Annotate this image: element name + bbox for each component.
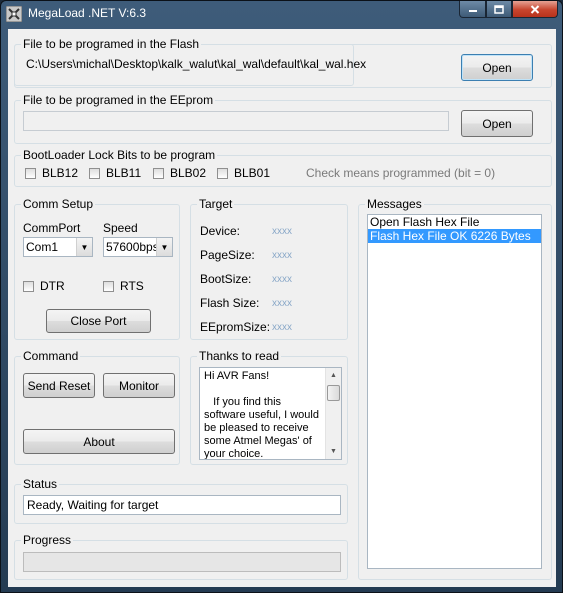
lockbits-legend: BootLoader Lock Bits to be program (21, 148, 218, 162)
eeprom-path-field[interactable] (23, 111, 449, 131)
close-icon (530, 4, 540, 14)
open-flash-button[interactable]: Open (461, 54, 533, 81)
progress-bar (23, 552, 341, 572)
scroll-thumb[interactable] (327, 385, 340, 401)
close-port-button[interactable]: Close Port (46, 309, 151, 333)
checkbox-blb01[interactable]: BLB01 (217, 166, 270, 180)
thanks-text: Hi AVR Fans! If you find this software u… (204, 370, 319, 460)
minimize-icon (468, 10, 477, 12)
command-group: Command Send Reset Monitor About (14, 349, 180, 465)
lockbits-group: BootLoader Lock Bits to be program BLB12… (14, 148, 552, 187)
messages-group: Messages Open Flash Hex File Flash Hex F… (358, 197, 552, 580)
checkbox-label: BLB01 (234, 166, 271, 180)
monitor-button[interactable]: Monitor (103, 373, 175, 398)
maximize-button[interactable] (486, 1, 512, 18)
checkbox-blb12[interactable]: BLB12 (25, 166, 78, 180)
scroll-down-icon[interactable]: ▼ (326, 444, 341, 459)
pagesize-label: PageSize: (200, 248, 255, 262)
checkbox-dtr[interactable]: DTR (23, 279, 65, 293)
list-item-selected[interactable]: Flash Hex File OK 6226 Bytes (368, 229, 541, 243)
checkbox-rts[interactable]: RTS (103, 279, 144, 293)
checkbox-label: RTS (120, 279, 144, 293)
speed-value: 57600bps (106, 240, 159, 254)
thanks-group: Thanks to read Hi AVR Fans! If you find … (190, 349, 348, 465)
minimize-button[interactable] (459, 1, 486, 18)
checkbox-blb11[interactable]: BLB11 (89, 166, 141, 180)
checkbox-box[interactable] (153, 167, 164, 179)
list-item[interactable]: Open Flash Hex File (368, 215, 541, 229)
maximize-icon (494, 4, 504, 14)
flashsize-value: xxxx (272, 298, 292, 309)
checkbox-box[interactable] (217, 167, 228, 179)
status-legend: Status (21, 477, 60, 491)
app-window: MegaLoad .NET V:6.3 File to be programed… (0, 0, 563, 593)
commport-select[interactable]: Com1 ▼ (23, 237, 93, 257)
eeprom-legend: File to be programed in the EEprom (21, 93, 216, 107)
bootsize-value: xxxx (272, 274, 292, 285)
checkbox-box[interactable] (103, 280, 114, 292)
messages-legend: Messages (365, 197, 424, 211)
lockbits-note: Check means programmed (bit = 0) (306, 166, 496, 180)
thanks-legend: Thanks to read (197, 349, 282, 363)
flash-file-group: File to be programed in the Flash C:\Use… (14, 37, 552, 88)
messages-list[interactable]: Open Flash Hex File Flash Hex File OK 62… (367, 214, 542, 569)
bootsize-label: BootSize: (200, 272, 252, 286)
checkbox-label: BLB11 (106, 166, 142, 180)
target-legend: Target (197, 197, 235, 211)
commport-value: Com1 (26, 240, 59, 254)
scroll-up-icon[interactable]: ▲ (326, 368, 341, 383)
checkbox-box[interactable] (25, 167, 36, 179)
flashsize-label: Flash Size: (200, 296, 260, 310)
speed-label: Speed (103, 221, 138, 235)
pagesize-value: xxxx (272, 250, 292, 261)
flash-path-field[interactable]: C:\Users\michal\Desktop\kalk_walut\kal_w… (23, 55, 449, 75)
title-bar[interactable]: MegaLoad .NET V:6.3 (1, 1, 562, 27)
send-reset-button[interactable]: Send Reset (23, 373, 95, 398)
chevron-down-icon[interactable]: ▼ (156, 238, 172, 256)
checkbox-box[interactable] (89, 167, 100, 179)
checkbox-blb02[interactable]: BLB02 (153, 166, 206, 180)
status-field[interactable]: Ready, Waiting for target (23, 495, 341, 515)
chevron-down-icon[interactable]: ▼ (76, 238, 92, 256)
checkbox-box[interactable] (23, 280, 34, 292)
device-label: Device: (200, 224, 241, 238)
open-eeprom-button[interactable]: Open (461, 110, 533, 137)
eeprom-file-group: File to be programed in the EEprom Open (14, 93, 552, 144)
about-button[interactable]: About (23, 429, 175, 454)
device-value: xxxx (272, 226, 292, 237)
status-group: Status Ready, Waiting for target (14, 477, 348, 524)
progress-legend: Progress (21, 533, 74, 547)
close-button[interactable] (512, 1, 558, 18)
eepromsize-label: EEpromSize: (200, 320, 271, 334)
app-icon (6, 6, 22, 22)
eepromsize-value: xxxx (272, 322, 292, 333)
speed-select[interactable]: 57600bps ▼ (103, 237, 173, 257)
window-title: MegaLoad .NET V:6.3 (28, 6, 147, 20)
command-legend: Command (21, 349, 81, 363)
comm-legend: Comm Setup (21, 197, 96, 211)
checkbox-label: DTR (40, 279, 65, 293)
thanks-scrollbar[interactable]: ▲ ▼ (325, 368, 341, 459)
commport-label: CommPort (23, 221, 81, 235)
comm-setup-group: Comm Setup CommPort Speed Com1 ▼ 57600bp… (14, 197, 180, 340)
thanks-textarea[interactable]: Hi AVR Fans! If you find this software u… (199, 367, 342, 460)
target-group: Target Device: xxxx PageSize: xxxx BootS… (190, 197, 348, 340)
checkbox-label: BLB12 (42, 166, 79, 180)
progress-group: Progress (14, 533, 348, 580)
client-area: File to be programed in the Flash C:\Use… (8, 29, 556, 587)
checkbox-label: BLB02 (170, 166, 207, 180)
flash-legend: File to be programed in the Flash (21, 37, 202, 51)
